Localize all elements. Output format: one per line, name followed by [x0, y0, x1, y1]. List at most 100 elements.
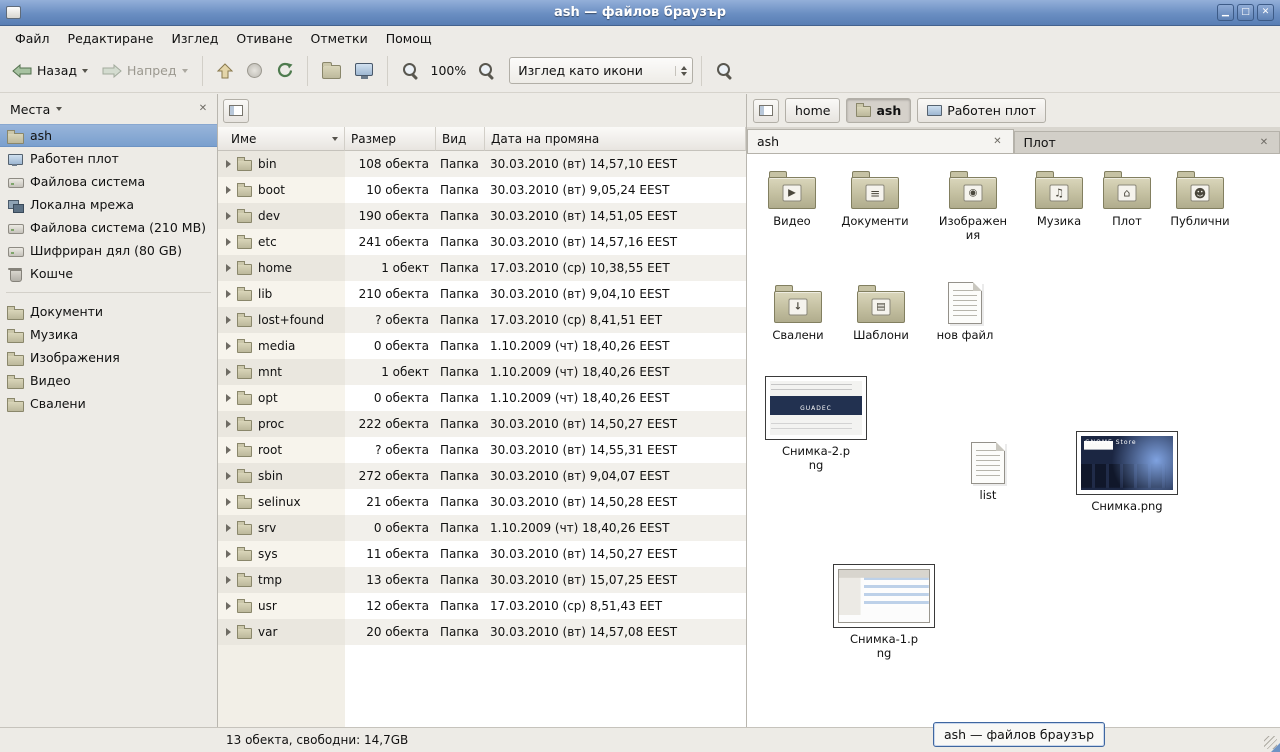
expander-icon[interactable]: [226, 238, 231, 246]
expander-icon[interactable]: [226, 472, 231, 480]
table-row[interactable]: selinux 21 обекта Папка 30.03.2010 (вт) …: [218, 489, 746, 515]
table-row[interactable]: lost+found ? обекта Папка 17.03.2010 (ср…: [218, 307, 746, 333]
path-button-ash[interactable]: ash: [846, 98, 911, 123]
back-history-chevron-icon[interactable]: [82, 69, 88, 73]
icon-cell-images[interactable]: Изображения: [933, 170, 1013, 243]
expander-icon[interactable]: [226, 498, 231, 506]
spinner-icons[interactable]: [675, 66, 687, 76]
sidebar-item[interactable]: Документи: [0, 300, 217, 323]
table-row[interactable]: sbin 272 обекта Папка 30.03.2010 (вт) 9,…: [218, 463, 746, 489]
sidebar-item[interactable]: Шифриран дял (80 GB): [0, 239, 217, 262]
chevron-down-icon[interactable]: [56, 107, 62, 111]
icon-cell-video[interactable]: Видео: [752, 170, 832, 229]
search-button[interactable]: [710, 56, 739, 85]
path-button-desktop[interactable]: Работен плот: [917, 98, 1046, 123]
table-row[interactable]: root ? обекта Папка 30.03.2010 (вт) 14,5…: [218, 437, 746, 463]
icon-cell-documents[interactable]: Документи: [835, 170, 915, 229]
menubar-item[interactable]: Помощ: [377, 28, 441, 49]
sidebar-item[interactable]: Свалени: [0, 392, 217, 415]
expander-icon[interactable]: [226, 212, 231, 220]
sidebar-item[interactable]: Кошче: [0, 262, 217, 285]
table-row[interactable]: etc 241 обекта Папка 30.03.2010 (вт) 14,…: [218, 229, 746, 255]
sidebar-item[interactable]: Музика: [0, 323, 217, 346]
expander-icon[interactable]: [226, 420, 231, 428]
table-row[interactable]: sys 11 обекта Папка 30.03.2010 (вт) 14,5…: [218, 541, 746, 567]
sidebar-item[interactable]: ash: [0, 124, 217, 147]
icon-cell-downloads[interactable]: Свалени: [758, 284, 838, 343]
sidebar-item[interactable]: Файлова система (210 MB): [0, 216, 217, 239]
forward-button[interactable]: Напред: [96, 57, 194, 84]
expander-icon[interactable]: [226, 186, 231, 194]
expander-icon[interactable]: [226, 524, 231, 532]
zoom-in-button[interactable]: [472, 56, 501, 85]
close-sidebar-icon[interactable]: [197, 103, 209, 115]
sidebar-item[interactable]: Видео: [0, 369, 217, 392]
expander-icon[interactable]: [226, 160, 231, 168]
table-row[interactable]: boot 10 обекта Папка 30.03.2010 (вт) 9,0…: [218, 177, 746, 203]
table-row[interactable]: home 1 обект Папка 17.03.2010 (ср) 10,38…: [218, 255, 746, 281]
expander-icon[interactable]: [226, 342, 231, 350]
expander-icon[interactable]: [226, 628, 231, 636]
menubar-item[interactable]: Изглед: [163, 28, 228, 49]
table-row[interactable]: proc 222 обекта Папка 30.03.2010 (вт) 14…: [218, 411, 746, 437]
column-header-date[interactable]: Дата на промяна: [485, 127, 746, 151]
column-header-name[interactable]: Име: [218, 127, 345, 151]
table-row[interactable]: srv 0 обекта Папка 1.10.2009 (чт) 18,40,…: [218, 515, 746, 541]
stop-button[interactable]: [241, 57, 268, 84]
icon-cell-new-file[interactable]: нов файл: [925, 282, 1005, 343]
table-row[interactable]: bin 108 обекта Папка 30.03.2010 (вт) 14,…: [218, 151, 746, 177]
tab-plot[interactable]: Плот: [1014, 131, 1280, 153]
resize-corner[interactable]: [1271, 743, 1280, 752]
table-row[interactable]: tmp 13 обекта Папка 30.03.2010 (вт) 15,0…: [218, 567, 746, 593]
icon-cell-snimka-1[interactable]: Снимка-1.png: [832, 564, 936, 661]
close-tab-icon[interactable]: [1258, 137, 1270, 149]
sidebar-item[interactable]: Работен плот: [0, 147, 217, 170]
reload-button[interactable]: [270, 56, 299, 85]
location-toggle-button[interactable]: [753, 99, 779, 123]
expander-icon[interactable]: [226, 446, 231, 454]
minimize-button[interactable]: ▁: [1217, 4, 1234, 21]
expander-icon[interactable]: [226, 368, 231, 376]
icon-grid[interactable]: Видео Документи Изображения Музика Плот …: [747, 154, 1280, 727]
menubar-item[interactable]: Отиване: [227, 28, 301, 49]
expander-icon[interactable]: [226, 394, 231, 402]
view-mode-select[interactable]: Изглед като икони: [509, 57, 693, 84]
menubar-item[interactable]: Файл: [6, 28, 59, 49]
icon-cell-desktop[interactable]: Плот: [1087, 170, 1167, 229]
expander-icon[interactable]: [226, 290, 231, 298]
icon-cell-public[interactable]: Публични: [1160, 170, 1240, 229]
column-header-type[interactable]: Вид: [436, 127, 485, 151]
menubar-item[interactable]: Отметки: [302, 28, 377, 49]
menubar-item[interactable]: Редактиране: [59, 28, 163, 49]
location-toggle-button[interactable]: [223, 99, 249, 123]
icon-cell-snimka[interactable]: GNOME Store Снимка.png: [1075, 431, 1179, 514]
icon-cell-list[interactable]: list: [948, 442, 1028, 503]
maximize-button[interactable]: □: [1237, 4, 1254, 21]
places-title[interactable]: Места: [10, 102, 50, 117]
path-button-home[interactable]: home: [785, 98, 840, 123]
table-row[interactable]: media 0 обекта Папка 1.10.2009 (чт) 18,4…: [218, 333, 746, 359]
expander-icon[interactable]: [226, 602, 231, 610]
expander-icon[interactable]: [226, 576, 231, 584]
icon-cell-snimka-2[interactable]: GUADEC Снимка-2.png: [764, 376, 868, 473]
sidebar-item[interactable]: Локална мрежа: [0, 193, 217, 216]
titlebar[interactable]: ash — файлов браузър ▁ □ ✕: [0, 0, 1280, 26]
close-tab-icon[interactable]: [992, 136, 1004, 148]
computer-button[interactable]: [349, 57, 379, 85]
table-row[interactable]: lib 210 обекта Папка 30.03.2010 (вт) 9,0…: [218, 281, 746, 307]
table-row[interactable]: dev 190 обекта Папка 30.03.2010 (вт) 14,…: [218, 203, 746, 229]
sidebar-item[interactable]: Файлова система: [0, 170, 217, 193]
zoom-out-button[interactable]: [396, 56, 425, 85]
column-header-size[interactable]: Размер: [345, 127, 436, 151]
table-row[interactable]: opt 0 обекта Папка 1.10.2009 (чт) 18,40,…: [218, 385, 746, 411]
table-row[interactable]: mnt 1 обект Папка 1.10.2009 (чт) 18,40,2…: [218, 359, 746, 385]
table-row[interactable]: usr 12 обекта Папка 17.03.2010 (ср) 8,51…: [218, 593, 746, 619]
table-row[interactable]: var 20 обекта Папка 30.03.2010 (вт) 14,5…: [218, 619, 746, 645]
tab-ash[interactable]: ash: [747, 129, 1014, 153]
home-button[interactable]: [316, 56, 347, 85]
forward-history-chevron-icon[interactable]: [182, 69, 188, 73]
icon-cell-templates[interactable]: Шаблони: [841, 284, 921, 343]
expander-icon[interactable]: [226, 550, 231, 558]
sidebar-item[interactable]: Изображения: [0, 346, 217, 369]
expander-icon[interactable]: [226, 264, 231, 272]
